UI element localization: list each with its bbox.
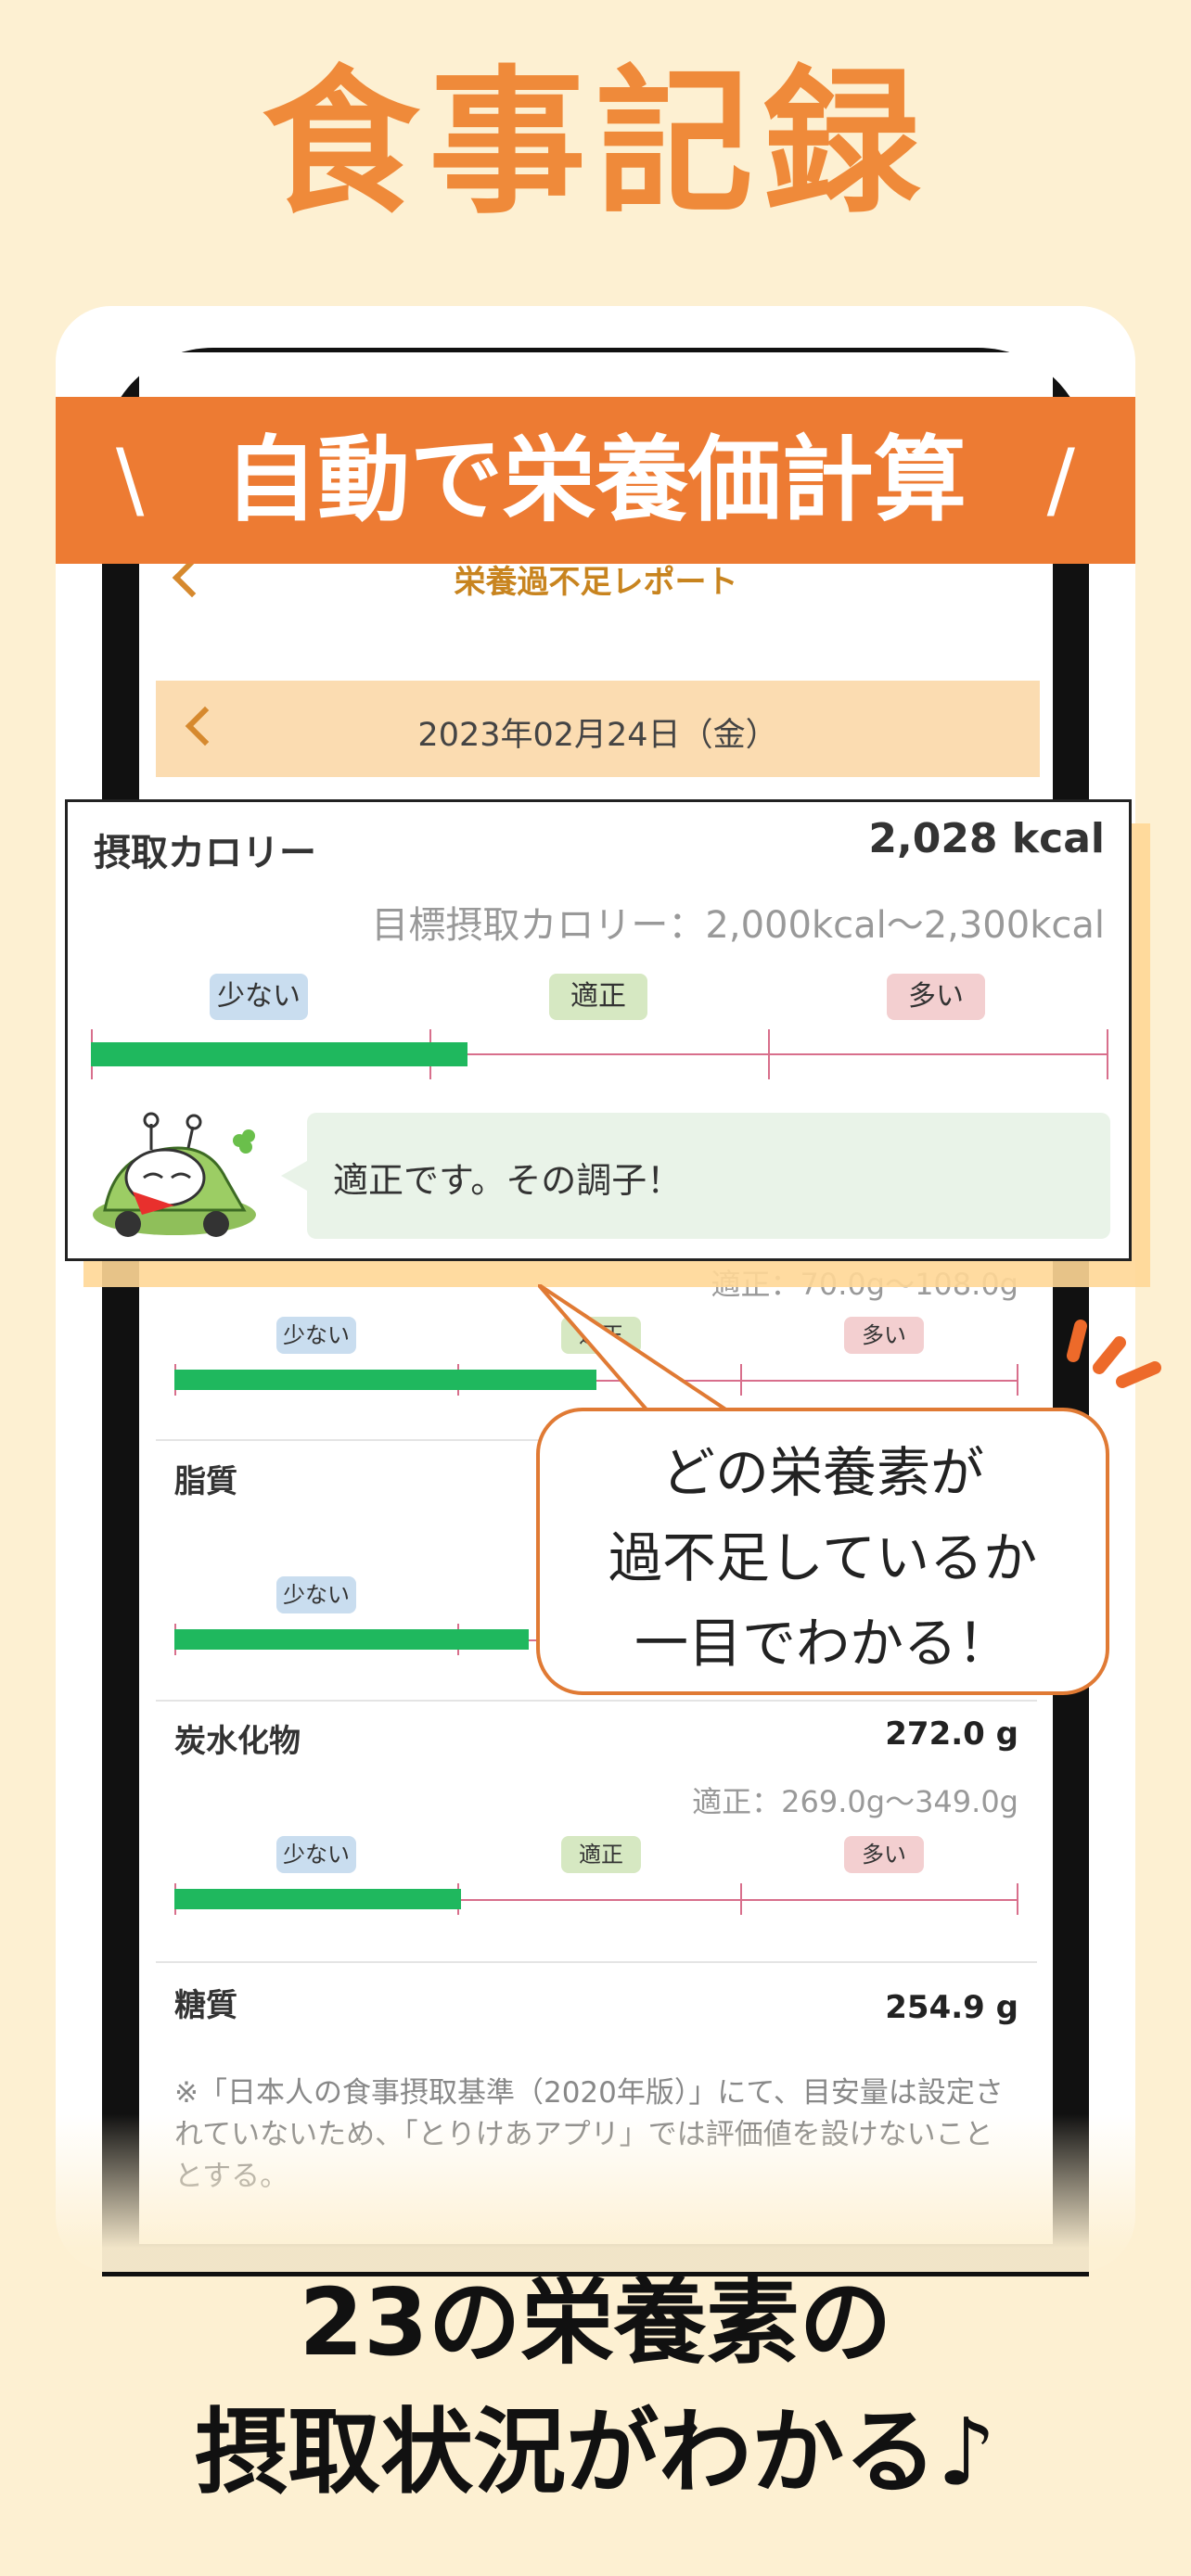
- pill-low: 少ない: [210, 974, 308, 1020]
- pill-ok: 適正: [561, 1836, 641, 1873]
- calorie-value: 2,028 kcal: [868, 815, 1105, 862]
- callout-line-2: 過不足しているか: [608, 1526, 1038, 1589]
- bar-tick: [1017, 1364, 1018, 1396]
- date-bar: 2023年02月24日（金）: [156, 681, 1040, 777]
- bottom-fade: [56, 2114, 1135, 2272]
- headline: 食事記録: [261, 52, 929, 236]
- carb-label: 炭水化物: [174, 1723, 301, 1760]
- car-mascot-icon: [93, 1112, 256, 1237]
- callout-line-3: 一目でわかる！: [634, 1612, 1011, 1675]
- callout-bubble: どの栄養素が 過不足しているか 一目でわかる！: [536, 1408, 1109, 1695]
- date-text: 2023年02月24日（金）: [417, 717, 778, 754]
- calorie-fill-bar: [91, 1042, 467, 1066]
- carb-value: 272.0 g: [885, 1715, 1018, 1753]
- calorie-label: 摂取カロリー: [94, 832, 316, 874]
- bar-tick: [1017, 1883, 1018, 1915]
- bar-tick: [1107, 1029, 1108, 1079]
- pill-high: 多い: [844, 1836, 924, 1873]
- callout-line-1: どの栄養素が: [660, 1441, 984, 1504]
- fat-fill-bar: [174, 1629, 529, 1650]
- bottom-caption-line-2: 摂取状況がわかる♪: [195, 2398, 996, 2506]
- carb-range: 適正：269.0g〜349.0g: [692, 1784, 1018, 1819]
- pill-low: 少ない: [276, 1836, 356, 1873]
- pill-ok: 適正: [549, 974, 647, 1020]
- fat-label: 脂質: [174, 1463, 237, 1500]
- pill-high: 多い: [887, 974, 985, 1020]
- screen-header: 栄養過不足レポート: [139, 556, 1053, 621]
- banner-slash-left: \: [116, 431, 145, 529]
- advice-message: 適正です。その調子！: [281, 1113, 1110, 1239]
- pill-low: 少ない: [276, 1576, 356, 1613]
- bottom-caption-line-1: 23の栄養素の: [299, 2268, 892, 2377]
- sugar-row: 糖質 254.9 g: [174, 1980, 1018, 2054]
- pill-low: 少ない: [276, 1317, 356, 1354]
- bar-tick: [768, 1029, 770, 1079]
- banner-text: 自動で栄養価計算: [224, 426, 967, 534]
- carb-row: 炭水化物 272.0 g 適正：269.0g〜349.0g 少ない 適正 多い: [174, 1715, 1018, 1929]
- feature-banner: \ 自動で栄養価計算 /: [56, 397, 1135, 564]
- banner-slash-right: /: [1046, 431, 1075, 529]
- emphasis-sparks-icon: [1067, 1320, 1161, 1388]
- sugar-value: 254.9 g: [885, 1989, 1018, 2026]
- bottom-caption: 23の栄養素の 摂取状況がわかる♪: [0, 2258, 1191, 2518]
- sugar-label: 糖質: [174, 1987, 237, 2024]
- carb-fill-bar: [174, 1889, 461, 1909]
- protein-fill-bar: [174, 1370, 596, 1390]
- calorie-target: 目標摂取カロリー：2,000kcal〜2,300kcal: [371, 904, 1105, 947]
- pill-high: 多い: [844, 1317, 924, 1354]
- divider: [156, 1700, 1037, 1702]
- divider: [156, 1961, 1037, 1963]
- bar-tick: [740, 1883, 742, 1915]
- calorie-card: 摂取カロリー 2,028 kcal 目標摂取カロリー：2,000kcal〜2,3…: [65, 799, 1132, 1261]
- calorie-bar: 少ない 適正 多い: [91, 974, 1108, 1079]
